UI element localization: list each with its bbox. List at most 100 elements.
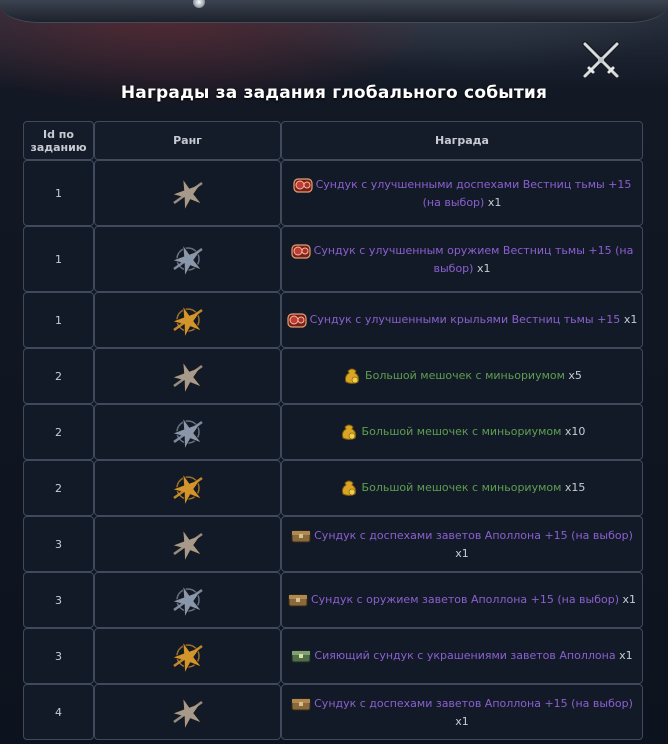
row-rank-cell [94, 292, 281, 348]
row-reward-cell: Сияющий сундук с украшениями заветов Апо… [281, 628, 643, 684]
rank-silver-star-icon [99, 239, 276, 279]
rank-bronze-star-icon [99, 356, 276, 396]
row-reward-cell: Большой мешочек с миньориумом x5 [281, 348, 643, 404]
reward-quantity: x1 [455, 715, 469, 728]
reward-quantity: x5 [568, 369, 582, 382]
rank-gold-star-icon [99, 468, 276, 508]
page-title: Награды за задания глобального события [120, 83, 548, 103]
rank-gold-star-icon [99, 636, 276, 676]
table-row: 3 Сундук с оружием заветов Аполлона +15 … [23, 572, 643, 628]
reward-item-link[interactable]: Большой мешочек с миньориумом [362, 425, 562, 438]
row-id-cell: 1 [23, 226, 94, 292]
row-rank-cell [94, 516, 281, 572]
row-id-cell: 2 [23, 460, 94, 516]
reward-item-link[interactable]: Сияющий сундук с украшениями заветов Апо… [314, 649, 615, 662]
row-id-cell: 3 [23, 572, 94, 628]
coin-pouch-icon [339, 424, 362, 440]
row-rank-cell [94, 348, 281, 404]
wooden-chest-icon [291, 529, 314, 543]
red-chest-icon [291, 244, 314, 259]
reward-quantity: x1 [619, 649, 633, 662]
row-reward-cell: Сундук с улучшенными доспехами Вестниц т… [281, 160, 643, 226]
row-rank-cell [94, 572, 281, 628]
row-reward-cell: Сундук с улучшенными крыльями Вестниц ть… [281, 292, 643, 348]
row-id: 3 [55, 593, 62, 607]
rank-silver-star-icon [99, 580, 276, 620]
row-id: 3 [55, 537, 62, 551]
table-row: 2 Большой мешочек с миньориумом x10 [23, 404, 643, 460]
row-id-cell: 2 [23, 348, 94, 404]
reward-item-link[interactable]: Сундук с доспехами заветов Аполлона +15 … [314, 697, 633, 710]
row-rank-cell [94, 226, 281, 292]
close-button[interactable] [579, 38, 623, 82]
row-id: 1 [55, 252, 62, 266]
red-chest-icon [292, 178, 316, 193]
row-id: 1 [55, 186, 62, 200]
rank-gold-star-icon [99, 300, 276, 340]
rank-silver-star-icon [99, 412, 276, 452]
table-row: 3 Сундук с доспехами заветов Аполлона +1… [23, 516, 643, 572]
row-reward-cell: Сундук с доспехами заветов Аполлона +15 … [281, 516, 643, 572]
coin-pouch-icon [342, 368, 365, 384]
reward-quantity: x15 [564, 481, 586, 494]
row-rank-cell [94, 160, 281, 226]
table-row: 4 Сундук с доспехами заветов Аполлона +1… [23, 684, 643, 740]
table-row: 1 Сундук с улучшенным оружием Вестниц ть… [23, 226, 643, 292]
reward-item-link[interactable]: Сундук с улучшенными крыльями Вестниц ть… [310, 313, 621, 326]
row-rank-cell [94, 684, 281, 740]
row-reward-cell: Сундук с оружием заветов Аполлона +15 (н… [281, 572, 643, 628]
row-reward-cell: Большой мешочек с миньориумом x10 [281, 404, 643, 460]
row-id-cell: 2 [23, 404, 94, 460]
row-id: 1 [55, 313, 62, 327]
row-reward-cell: Сундук с доспехами заветов Аполлона +15 … [281, 684, 643, 740]
row-reward-cell: Сундук с улучшенным оружием Вестниц тьмы… [281, 226, 643, 292]
red-chest-icon [287, 313, 310, 328]
row-id: 4 [55, 705, 62, 719]
table-row: 3 Сияющий сундук с украшениями заветов А… [23, 628, 643, 684]
row-id-cell: 1 [23, 292, 94, 348]
reward-item-link[interactable]: Сундук с оружием заветов Аполлона +15 (н… [311, 593, 619, 606]
wooden-chest-icon [288, 593, 311, 607]
window-top-bar [0, 0, 668, 23]
reward-item-link[interactable]: Сундук с доспехами заветов Аполлона +15 … [314, 529, 633, 542]
reward-item-link[interactable]: Большой мешочек с миньориумом [362, 481, 562, 494]
reward-quantity: x1 [487, 196, 502, 209]
reward-item-link[interactable]: Сундук с улучшенным оружием Вестниц тьмы… [314, 244, 634, 275]
reward-quantity: x1 [622, 593, 637, 606]
column-header-id: Id по заданию [23, 121, 94, 160]
rank-bronze-star-icon [99, 524, 276, 564]
reward-item-link[interactable]: Сундук с улучшенными доспехами Вестниц т… [316, 178, 632, 209]
reward-quantity: x1 [623, 313, 638, 326]
green-chest-icon [291, 649, 314, 663]
table-row: 2 Большой мешочек с миньориумом x5 [23, 348, 643, 404]
row-id: 2 [55, 425, 62, 439]
row-id-cell: 4 [23, 684, 94, 740]
row-reward-cell: Большой мешочек с миньориумом x15 [281, 460, 643, 516]
rank-bronze-star-icon [99, 692, 276, 732]
popup-window: Награды за задания глобального события I… [0, 0, 668, 744]
row-id-cell: 3 [23, 628, 94, 684]
table-header-row: Id по заданию Ранг Награда [23, 121, 643, 160]
coin-pouch-icon [339, 480, 362, 496]
column-header-rank: Ранг [94, 121, 281, 160]
table-row: 1 Сундук с улучшенными крыльями Вестниц … [23, 292, 643, 348]
crossed-swords-close-icon [582, 41, 620, 79]
wooden-chest-icon [291, 697, 314, 711]
row-rank-cell [94, 628, 281, 684]
row-id: 2 [55, 369, 62, 383]
rank-bronze-star-icon [99, 173, 276, 213]
table-row: 2 Большой мешочек с миньориумом x15 [23, 460, 643, 516]
table-row: 1 Сундук с улучшенными доспехами Вестниц… [23, 160, 643, 226]
row-id: 2 [55, 481, 62, 495]
rewards-table: Id по заданию Ранг Награда 1 Сундук с ул… [23, 121, 643, 740]
reward-quantity: x1 [476, 262, 491, 275]
reward-item-link[interactable]: Большой мешочек с миньориумом [365, 369, 565, 382]
column-header-reward: Награда [281, 121, 643, 160]
row-id-cell: 1 [23, 160, 94, 226]
reward-quantity: x10 [564, 425, 586, 438]
row-rank-cell [94, 404, 281, 460]
row-id: 3 [55, 649, 62, 663]
row-id-cell: 3 [23, 516, 94, 572]
row-rank-cell [94, 460, 281, 516]
reward-quantity: x1 [455, 547, 469, 560]
